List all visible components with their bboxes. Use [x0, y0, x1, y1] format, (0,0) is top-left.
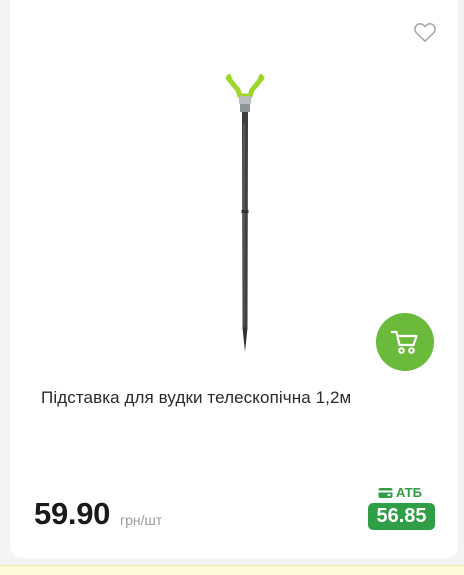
product-price: 59.90	[34, 496, 111, 531]
promo-price-badge: 56.85	[368, 503, 435, 530]
heart-outline-icon	[414, 22, 436, 43]
promo-label-text: АТБ	[396, 485, 423, 500]
add-to-cart-button[interactable]	[376, 313, 434, 371]
wallet-card-icon	[378, 487, 393, 498]
favorite-button[interactable]	[412, 19, 438, 45]
product-title[interactable]: Підставка для вудки телескопічна 1,2м	[41, 388, 421, 408]
promo-label: АТБ	[378, 485, 422, 500]
product-image[interactable]	[190, 66, 300, 366]
price-unit: грн/шт	[120, 512, 163, 528]
shopping-cart-icon	[390, 330, 418, 354]
product-card[interactable]: Підставка для вудки телескопічна 1,2м 59…	[10, 0, 458, 558]
